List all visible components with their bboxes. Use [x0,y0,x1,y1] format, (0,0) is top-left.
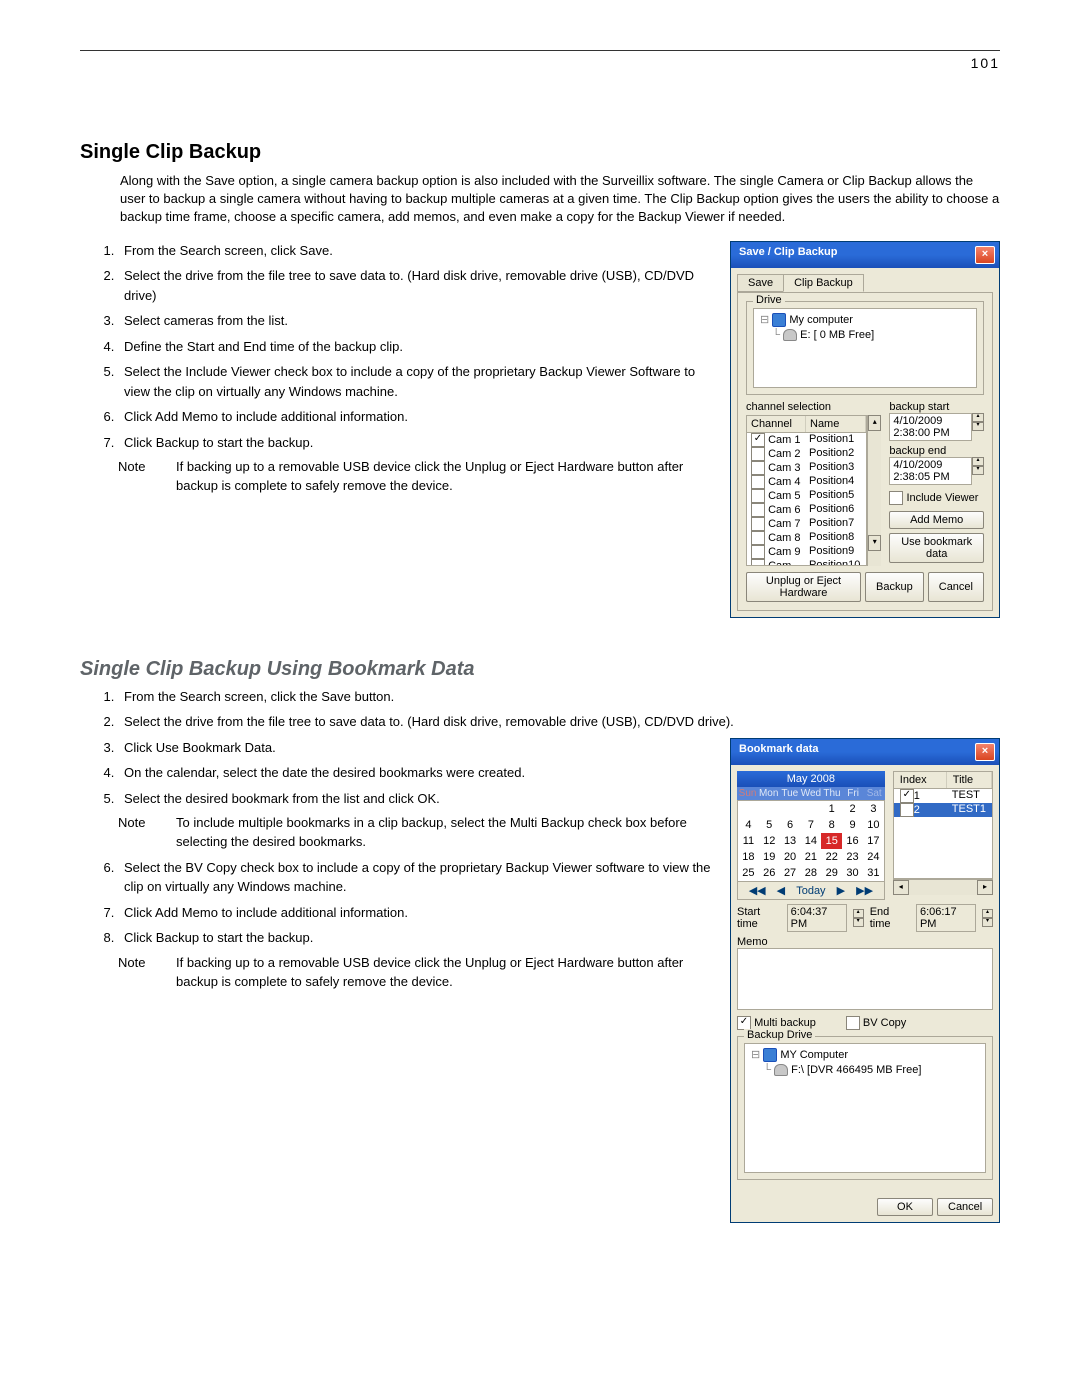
step: Click Backup to start the backup. [118,433,712,453]
heading-bookmark-data: Single Clip Backup Using Bookmark Data [80,658,1000,681]
step: From the Search screen, click Save. [118,241,712,261]
steps-list-2c: Select the BV Copy check box to include … [98,858,712,948]
save-clip-backup-dialog: Save / Clip Backup × Save Clip Backup Dr… [730,241,1000,618]
step: Click Backup to start the backup. [118,928,712,948]
start-time-input[interactable]: 6:04:37 PM [787,904,847,932]
add-memo-button[interactable]: Add Memo [889,511,984,529]
tab-clip-backup[interactable]: Clip Backup [783,274,864,292]
memo-label: Memo [737,936,993,948]
step: Click Add Memo to include additional inf… [118,903,712,923]
drive-tree[interactable]: ⊟ My computer └ E: [ 0 MB Free] [753,308,977,388]
backup-drive-tree[interactable]: ⊟ MY Computer └ F:\ [DVR 466495 MB Free] [744,1043,986,1173]
step: Select cameras from the list. [118,311,712,331]
cal-next-icon[interactable]: ▶ [837,885,845,897]
note-body: If backing up to a removable USB device … [176,954,712,992]
channel-table[interactable]: Channel Name ✓ Cam 1Position1 Cam 2Posit… [746,415,867,566]
step: Select the drive from the file tree to s… [118,266,712,305]
bookmark-data-dialog: Bookmark data × May 2008 SunMonTueWedThu… [730,738,1000,1223]
disk-icon [783,329,797,341]
disk-icon [774,1064,788,1076]
heading-single-clip-backup: Single Clip Backup [80,141,1000,164]
channel-selection-label: channel selection [746,401,881,413]
include-viewer-checkbox[interactable] [889,491,903,505]
multi-backup-checkbox[interactable]: ✓ [737,1016,751,1030]
col-channel: Channel [747,416,806,432]
page-number: 101 [80,55,1000,71]
computer-icon [763,1048,777,1062]
memo-textarea[interactable] [737,948,993,1010]
close-icon[interactable]: × [975,246,995,264]
end-time-input[interactable]: 6:06:17 PM [916,904,976,932]
col-title: Title [947,772,992,788]
backup-button[interactable]: Backup [865,572,924,602]
drive-group-label: Drive [753,294,785,306]
backup-start-input[interactable]: 4/10/2009 2:38:00 PM [889,413,972,441]
calendar-month: May 2008 [737,771,885,787]
step: Click Add Memo to include additional inf… [118,407,712,427]
backup-end-label: backup end [889,445,984,457]
col-index: Index [894,772,947,788]
unplug-eject-button[interactable]: Unplug or Eject Hardware [746,572,861,602]
cancel-button[interactable]: Cancel [928,572,984,602]
step: Select the desired bookmark from the lis… [118,789,712,809]
step: From the Search screen, click the Save b… [118,687,1000,707]
note-body: To include multiple bookmarks in a clip … [176,814,712,852]
dialog-title: Bookmark data [739,743,818,761]
step: Select the drive from the file tree to s… [118,712,1000,732]
calendar[interactable]: May 2008 SunMonTueWedThuFriSat 123456789… [737,771,885,900]
cal-prev-icon[interactable]: ◀ [777,885,785,897]
scrollbar[interactable]: ▴▾ [867,415,881,566]
note-label: Note [118,954,176,992]
backup-end-input[interactable]: 4/10/2009 2:38:05 PM [889,457,972,485]
computer-icon [772,313,786,327]
backup-drive-label: Backup Drive [744,1029,815,1041]
note-label: Note [118,458,176,496]
today-button[interactable]: Today [796,885,825,897]
steps-list-2b: Click Use Bookmark Data. On the calendar… [98,738,712,809]
ok-button[interactable]: OK [877,1198,933,1216]
step: On the calendar, select the date the des… [118,763,712,783]
tab-save[interactable]: Save [737,274,784,292]
cal-next-fast-icon[interactable]: ▶▶ [856,885,873,897]
step: Define the Start and End time of the bac… [118,337,712,357]
multi-backup-label: Multi backup [754,1016,816,1028]
backup-start-label: backup start [889,401,984,413]
bv-copy-label: BV Copy [863,1016,906,1028]
note-label: Note [118,814,176,852]
step: Click Use Bookmark Data. [118,738,712,758]
include-viewer-label: Include Viewer [906,491,978,503]
note-body: If backing up to a removable USB device … [176,458,712,496]
start-time-label: Start time [737,906,781,930]
intro-paragraph: Along with the Save option, a single cam… [120,172,1000,227]
step: Select the BV Copy check box to include … [118,858,712,897]
steps-list-2a: From the Search screen, click the Save b… [98,687,1000,732]
step: Select the Include Viewer check box to i… [118,362,712,401]
hscrollbar[interactable]: ◂▸ [893,879,993,895]
col-name: Name [806,416,866,432]
dialog-title: Save / Clip Backup [739,246,837,264]
close-icon[interactable]: × [975,743,995,761]
cancel-button[interactable]: Cancel [937,1198,993,1216]
use-bookmark-data-button[interactable]: Use bookmark data [889,533,984,563]
steps-list-1: From the Search screen, click Save. Sele… [98,241,712,453]
cal-prev-fast-icon[interactable]: ◀◀ [749,885,766,897]
end-time-label: End time [870,906,910,930]
bv-copy-checkbox[interactable] [846,1016,860,1030]
bookmark-list[interactable]: Index Title ✓1TEST ✓2TEST1 [893,771,993,879]
